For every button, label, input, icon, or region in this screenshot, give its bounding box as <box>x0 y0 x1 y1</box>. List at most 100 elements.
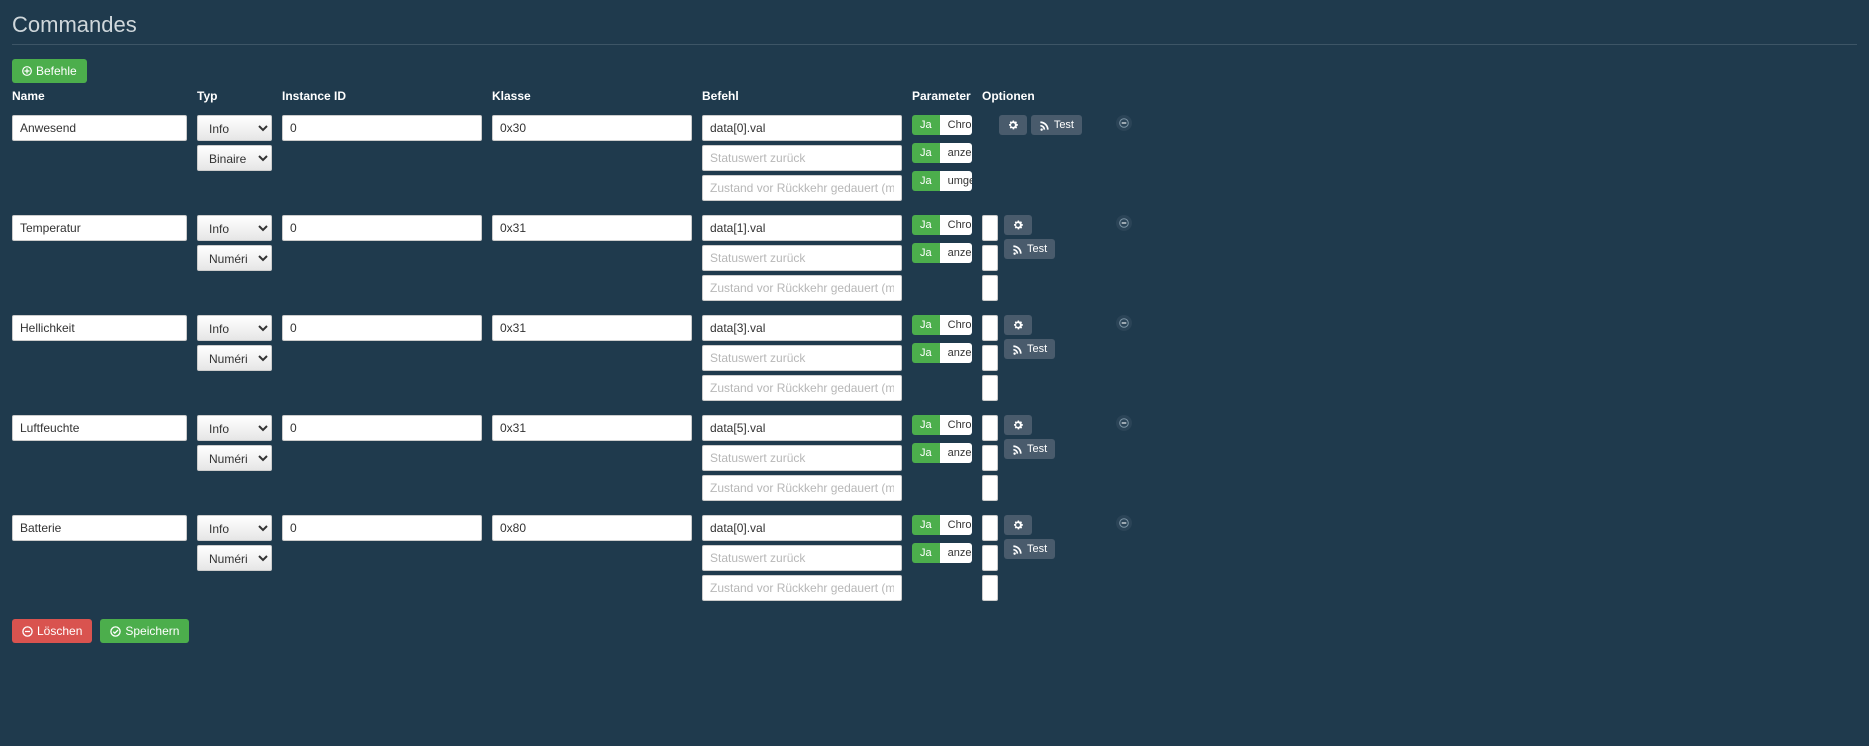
duration-before-return-input[interactable] <box>702 475 902 501</box>
toggle-name-label: anzeigen <box>940 243 972 263</box>
param-toggle-show[interactable]: Jaanzeigen <box>912 243 972 263</box>
param-toggle-history[interactable]: JaChronik <box>912 515 972 535</box>
duration-before-return-input[interactable] <box>702 375 902 401</box>
add-command-button[interactable]: Befehle <box>12 59 87 83</box>
unit-input[interactable] <box>982 415 998 441</box>
min-input[interactable] <box>982 245 998 271</box>
max-input[interactable] <box>982 375 998 401</box>
status-return-input[interactable] <box>702 345 902 371</box>
class-input[interactable] <box>492 515 692 541</box>
subtype-select[interactable]: Numérique <box>197 245 272 271</box>
status-return-input[interactable] <box>702 145 902 171</box>
test-label: Test <box>1027 443 1047 455</box>
minus-circle-icon <box>1119 418 1129 428</box>
unit-input[interactable] <box>982 515 998 541</box>
param-toggle-history[interactable]: JaChronik <box>912 415 972 435</box>
name-input[interactable] <box>12 515 187 541</box>
duration-before-return-input[interactable] <box>702 175 902 201</box>
min-input[interactable] <box>982 545 998 571</box>
max-input[interactable] <box>982 575 998 601</box>
configure-button[interactable] <box>1004 315 1032 335</box>
type-select[interactable]: Info <box>197 415 272 441</box>
configure-button[interactable] <box>1004 415 1032 435</box>
param-toggle-show[interactable]: Jaanzeigen <box>912 343 972 363</box>
page-title: Commandes <box>12 8 1857 45</box>
param-toggle-history[interactable]: JaChronik <box>912 215 972 235</box>
test-button[interactable]: Test <box>1004 439 1055 459</box>
type-select[interactable]: Info <box>197 215 272 241</box>
param-toggle-history[interactable]: JaChronik <box>912 115 972 135</box>
class-input[interactable] <box>492 215 692 241</box>
unit-input[interactable] <box>982 215 998 241</box>
type-select[interactable]: Info <box>197 515 272 541</box>
max-input[interactable] <box>982 475 998 501</box>
rss-icon <box>1012 544 1023 555</box>
class-input[interactable] <box>492 115 692 141</box>
instance-id-input[interactable] <box>282 315 482 341</box>
save-button[interactable]: Speichern <box>100 619 189 643</box>
type-select[interactable]: Info <box>197 115 272 141</box>
name-input[interactable] <box>12 415 187 441</box>
command-input[interactable] <box>702 115 902 141</box>
command-input[interactable] <box>702 415 902 441</box>
command-row: Info Binaire JaChronik Jaanzeigen Jaumgekehr… <box>12 115 1857 201</box>
toggle-state-label: Ja <box>912 543 940 563</box>
remove-row-button[interactable] <box>1116 315 1132 331</box>
subtype-select[interactable]: Numérique <box>197 445 272 471</box>
name-input[interactable] <box>12 115 187 141</box>
toggle-name-label: Chronik <box>940 315 972 335</box>
status-return-input[interactable] <box>702 245 902 271</box>
subtype-select[interactable]: Binaire <box>197 145 272 171</box>
param-toggle-show[interactable]: Jaanzeigen <box>912 443 972 463</box>
status-return-input[interactable] <box>702 445 902 471</box>
gear-icon <box>1007 119 1019 131</box>
configure-button[interactable] <box>999 115 1027 135</box>
param-toggle-inverted[interactable]: Jaumgekehrt <box>912 171 972 191</box>
max-input[interactable] <box>982 275 998 301</box>
test-button[interactable]: Test <box>1031 115 1082 135</box>
param-toggle-show[interactable]: Jaanzeigen <box>912 143 972 163</box>
subtype-select[interactable]: Numérique <box>197 345 272 371</box>
header-options: Optionen <box>982 89 1082 107</box>
unit-input[interactable] <box>982 315 998 341</box>
instance-id-input[interactable] <box>282 215 482 241</box>
command-input[interactable] <box>702 315 902 341</box>
delete-button[interactable]: Löschen <box>12 619 92 643</box>
class-input[interactable] <box>492 315 692 341</box>
param-toggle-show[interactable]: Jaanzeigen <box>912 543 972 563</box>
name-input[interactable] <box>12 315 187 341</box>
header-name: Name <box>12 89 187 107</box>
status-return-input[interactable] <box>702 545 902 571</box>
type-select[interactable]: Info <box>197 315 272 341</box>
duration-before-return-input[interactable] <box>702 275 902 301</box>
class-input[interactable] <box>492 415 692 441</box>
name-input[interactable] <box>12 215 187 241</box>
remove-row-button[interactable] <box>1116 215 1132 231</box>
minus-circle-icon <box>22 626 33 637</box>
subtype-select[interactable]: Numérique <box>197 545 272 571</box>
command-row: Info Numérique JaChronik Jaanzeigen Test <box>12 415 1857 501</box>
remove-row-button[interactable] <box>1116 115 1132 131</box>
min-input[interactable] <box>982 445 998 471</box>
instance-id-input[interactable] <box>282 515 482 541</box>
minus-circle-icon <box>1119 218 1129 228</box>
toggle-name-label: anzeigen <box>940 143 972 163</box>
test-button[interactable]: Test <box>1004 239 1055 259</box>
min-input[interactable] <box>982 345 998 371</box>
duration-before-return-input[interactable] <box>702 575 902 601</box>
param-toggle-history[interactable]: JaChronik <box>912 315 972 335</box>
test-button[interactable]: Test <box>1004 339 1055 359</box>
toggle-state-label: Ja <box>912 215 940 235</box>
gear-icon <box>1012 319 1024 331</box>
test-button[interactable]: Test <box>1004 539 1055 559</box>
instance-id-input[interactable] <box>282 415 482 441</box>
command-row: InfoNumériqueJaChronikJaanzeigenTest <box>12 215 1857 301</box>
command-input[interactable] <box>702 215 902 241</box>
instance-id-input[interactable] <box>282 115 482 141</box>
remove-row-button[interactable] <box>1116 415 1132 431</box>
remove-row-button[interactable] <box>1116 515 1132 531</box>
command-input[interactable] <box>702 515 902 541</box>
configure-button[interactable] <box>1004 215 1032 235</box>
command-row: Info Numérique JaChronik Jaanzeigen Test <box>12 315 1857 401</box>
configure-button[interactable] <box>1004 515 1032 535</box>
